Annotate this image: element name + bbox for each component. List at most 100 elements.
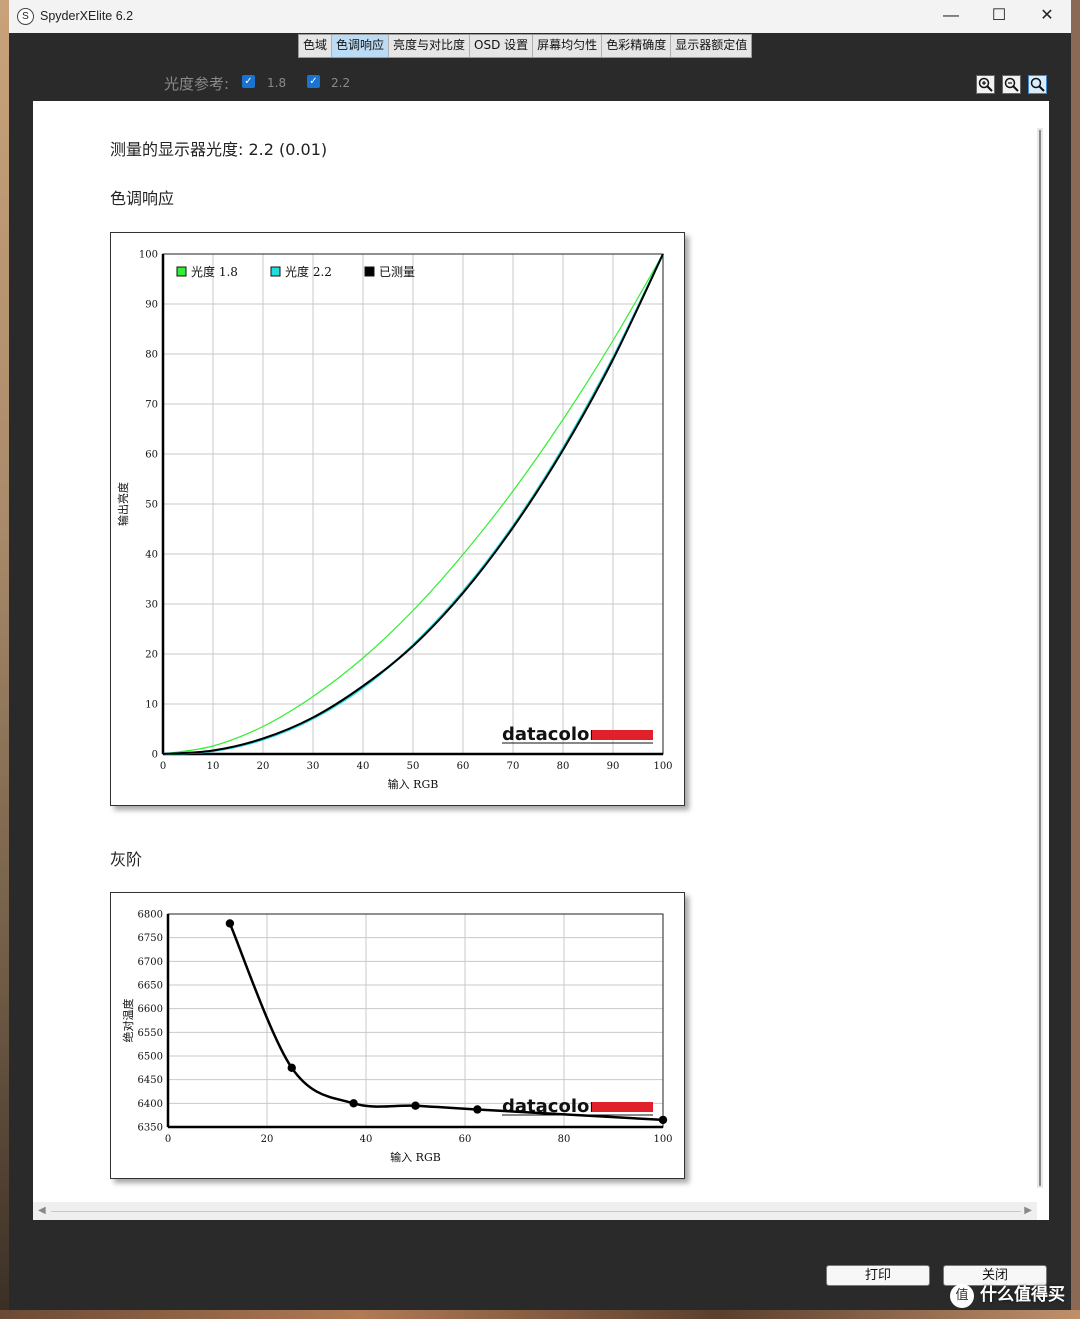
scroll-left-icon[interactable]: ◀	[38, 1205, 46, 1216]
zoom-out-button[interactable]	[1002, 75, 1021, 94]
y-tick-label: 20	[145, 650, 158, 661]
y-tick-label: 6400	[138, 1099, 163, 1110]
gamma-2-2-label: 2.2	[331, 76, 351, 90]
title-bar: S SpyderXElite 6.2 — ☐ ✕	[9, 0, 1071, 33]
y-tick-label: 6750	[138, 933, 163, 944]
x-tick-label: 50	[407, 761, 420, 772]
gamma-1-8-checkbox[interactable]: ✓	[242, 75, 255, 88]
x-tick-label: 40	[357, 761, 370, 772]
data-point	[411, 1101, 420, 1110]
series-line-1	[228, 922, 664, 1122]
vertical-scroll-thumb[interactable]	[1039, 130, 1041, 1186]
data-point	[225, 919, 235, 928]
watermark-logo-icon: 值	[950, 1284, 974, 1308]
x-tick-label: 70	[507, 761, 520, 772]
tone-response-title: 色调响应	[110, 189, 175, 208]
y-tick-label: 6650	[138, 981, 163, 992]
y-tick-label: 6600	[138, 1004, 163, 1015]
y-axis-label: 绝对温度	[121, 999, 135, 1043]
y-tick-label: 0	[152, 750, 158, 761]
x-tick-label: 20	[261, 1134, 274, 1145]
desktop-background-bottom	[0, 1310, 1080, 1319]
grayscale-title: 灰阶	[110, 850, 143, 869]
grayscale-chart: 0 20 40 60 80 100 6350 6400 6450 6500 6550 6600 6650…	[110, 892, 685, 1179]
app-window: S SpyderXElite 6.2 — ☐ ✕ 色域 色调响应 亮度与对比度 …	[9, 0, 1071, 1310]
data-point	[473, 1105, 482, 1114]
y-tick-label: 60	[145, 450, 158, 461]
watermark-text: 什么值得买	[980, 1285, 1065, 1305]
x-tick-label: 60	[457, 761, 470, 772]
x-tick-label: 20	[257, 761, 270, 772]
tone-response-svg: 0 10 20 30 40 50 60 70 80 90 100 0 10 20 30 40 50 60 70 80 9…	[116, 250, 673, 792]
x-tick-label: 40	[360, 1134, 373, 1145]
gamma-2-2-checkbox[interactable]: ✓	[307, 75, 320, 88]
report-tabs: 色域 色调响应 亮度与对比度 OSD 设置 屏幕均匀性 色彩精确度 显示器额定值	[298, 34, 753, 58]
scroll-right-icon[interactable]: ▶	[1024, 1205, 1032, 1216]
y-tick-label: 90	[145, 300, 158, 311]
y-tick-label: 100	[139, 250, 158, 261]
data-point	[287, 1063, 296, 1073]
zoom-in-icon	[978, 77, 993, 92]
zoom-in-button[interactable]	[976, 75, 995, 94]
grayscale-svg: 0 20 40 60 80 100 6350 6400 6450 6500 6550 6600 6650…	[121, 910, 673, 1165]
legend-swatch-1	[176, 266, 187, 277]
legend-swatch-2	[270, 266, 281, 277]
tab-color-accuracy[interactable]: 色彩精确度	[602, 35, 672, 57]
x-tick-label: 0	[160, 761, 166, 772]
tab-uniformity[interactable]: 屏幕均匀性	[533, 35, 603, 57]
y-tick-label: 6350	[138, 1123, 163, 1134]
x-tick-label: 0	[165, 1134, 171, 1145]
window-title: SpyderXElite 6.2	[40, 9, 134, 23]
tone-response-chart: 0 10 20 30 40 50 60 70 80 90 100 0 10 20 30 40 50 60 70 80 9…	[110, 232, 685, 806]
y-tick-label: 50	[145, 500, 158, 511]
horizontal-scrollbar[interactable]: ◀ ▶	[33, 1202, 1037, 1220]
data-point	[658, 1115, 668, 1125]
y-tick-label: 70	[145, 400, 158, 411]
gamma-1-8-label: 1.8	[267, 76, 287, 90]
y-tick-label: 10	[145, 700, 158, 711]
y-tick-label: 6450	[138, 1075, 163, 1086]
gamma-reference-label: 光度参考:	[164, 75, 230, 93]
x-tick-label: 80	[557, 761, 570, 772]
tab-tone-response[interactable]: 色调响应	[332, 35, 390, 57]
y-tick-label: 6800	[138, 910, 163, 921]
y-tick-label: 6550	[138, 1028, 163, 1039]
tab-gamut[interactable]: 色域	[299, 35, 333, 57]
x-tick-label: 100	[653, 1134, 672, 1145]
x-axis-label: 输入 RGB	[390, 1150, 441, 1164]
datacolor-logo-bar	[592, 730, 653, 740]
zoom-fit-button[interactable]	[1028, 75, 1047, 94]
y-axis-label: 输出亮度	[116, 482, 130, 526]
x-axis-label: 输入 RGB	[388, 777, 439, 791]
y-tick-label: 6700	[138, 957, 163, 968]
zoom-out-icon	[1004, 77, 1019, 92]
data-point	[349, 1099, 358, 1108]
legend-label-3: 已测量	[379, 265, 415, 279]
app-logo-icon: S	[17, 8, 34, 25]
tab-osd-settings[interactable]: OSD 设置	[470, 35, 534, 57]
datacolor-logo-text: datacolor	[502, 724, 598, 745]
tab-brightness-contrast[interactable]: 亮度与对比度	[389, 35, 471, 57]
horizontal-scroll-track[interactable]	[51, 1211, 1021, 1212]
zoom-fit-icon	[1030, 77, 1045, 92]
report-content: 测量的显示器光度: 2.2 (0.01) 色调响应 0 10 20 30 40 50 60 7…	[33, 101, 1049, 1220]
x-tick-label: 100	[653, 761, 672, 772]
x-tick-label: 10	[207, 761, 220, 772]
legend-swatch-3	[364, 266, 375, 277]
x-tick-label: 30	[307, 761, 320, 772]
x-tick-label: 60	[459, 1134, 472, 1145]
y-tick-label: 40	[145, 550, 158, 561]
close-window-button[interactable]: ✕	[1023, 0, 1071, 33]
y-tick-label: 30	[145, 600, 158, 611]
x-tick-label: 90	[607, 761, 620, 772]
y-tick-label: 6500	[138, 1052, 163, 1063]
x-tick-label: 80	[558, 1134, 571, 1145]
legend-label-2: 光度 2.2	[285, 264, 332, 279]
datacolor-logo-bar	[592, 1102, 653, 1112]
print-button[interactable]: 打印	[826, 1265, 930, 1286]
measured-gamma-text: 测量的显示器光度: 2.2 (0.01)	[110, 140, 328, 159]
maximize-button[interactable]: ☐	[975, 0, 1023, 33]
y-tick-label: 80	[145, 350, 158, 361]
tab-monitor-rating[interactable]: 显示器额定值	[671, 35, 751, 57]
minimize-button[interactable]: —	[927, 0, 975, 33]
